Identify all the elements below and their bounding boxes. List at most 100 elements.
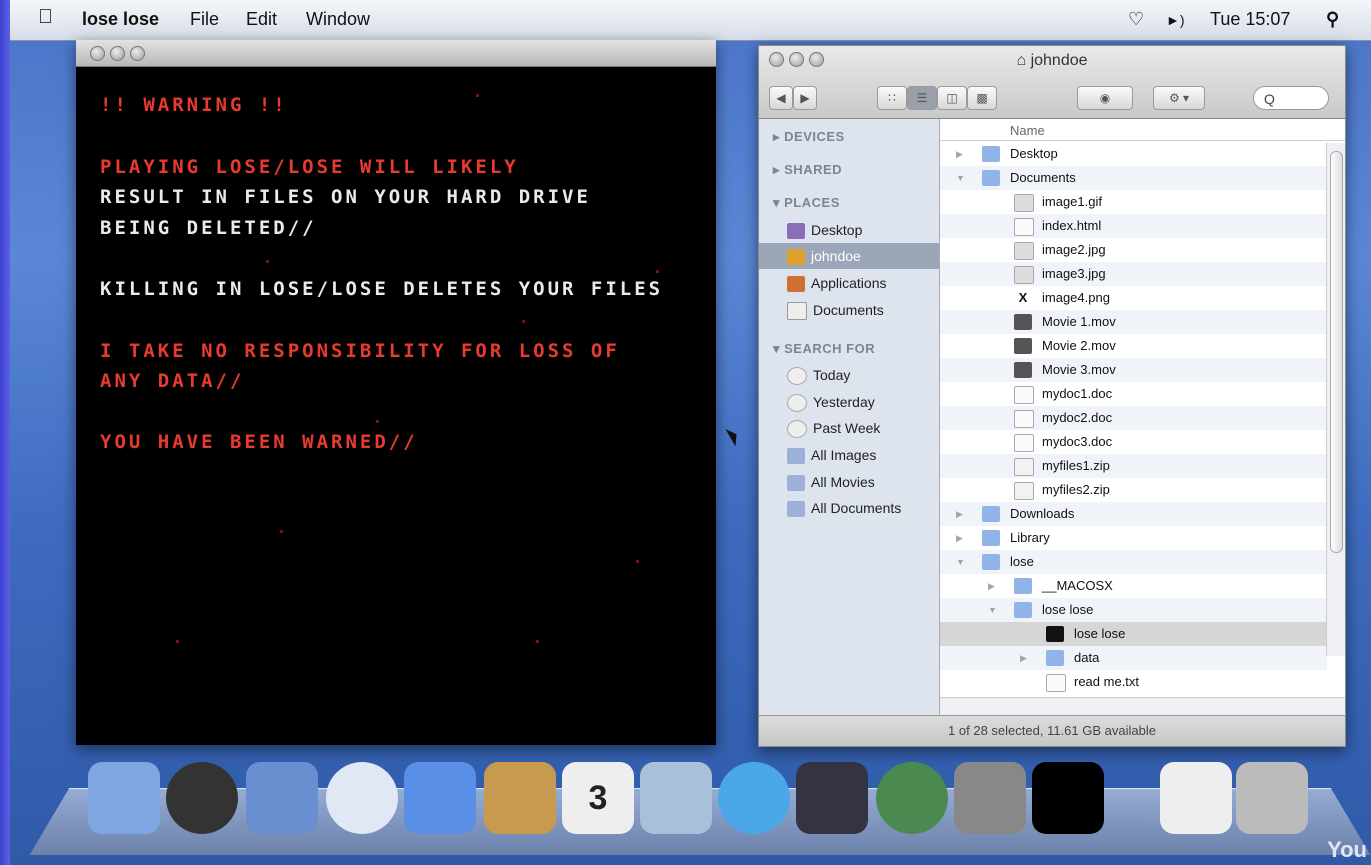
home-icon [787,249,805,266]
sidebar-item-documents[interactable]: Documents [787,299,884,321]
lose-lose-icon[interactable] [1032,762,1104,834]
file-row[interactable]: image2.jpg [940,238,1327,262]
file-row[interactable]: ▶ Library [940,526,1327,550]
file-row[interactable]: Movie 3.mov [940,358,1327,382]
file-row[interactable]: ▶ __MACOSX [940,574,1327,598]
dashboard-icon[interactable] [166,762,238,834]
file-row[interactable]: lose lose [940,622,1327,646]
file-row[interactable]: ▼ lose [940,550,1327,574]
column-view-button[interactable]: ◫ [937,86,967,110]
icon-view-button[interactable]: ∷ [877,86,907,110]
finder-icon[interactable] [88,762,160,834]
file-name: mydoc3.doc [1042,434,1113,449]
volume-icon[interactable]: ►) [1166,12,1185,28]
time-machine-icon[interactable] [876,762,948,834]
disclosure-triangle-icon[interactable]: ▶ [956,526,963,550]
warning-line: PLAYING LOSE/LOSE WILL LIKELY [100,156,519,178]
sidebar-item-applications[interactable]: Applications [787,272,887,294]
sidebar-item-all-movies[interactable]: All Movies [787,471,875,493]
sidebar-item-today[interactable]: Today [787,364,850,386]
app-menu[interactable]: lose lose [82,9,159,30]
sidebar-item-all-documents[interactable]: All Documents [787,497,901,519]
iphoto-icon[interactable] [640,762,712,834]
file-row[interactable]: ▶ Downloads [940,502,1327,526]
sidebar-search-header[interactable]: ▾ SEARCH FOR [773,341,875,357]
file-row[interactable]: Ximage4.png [940,286,1327,310]
file-row[interactable]: ▶ Desktop [940,142,1327,166]
horizontal-scrollbar[interactable] [940,697,1345,716]
file-row[interactable]: image3.jpg [940,262,1327,286]
file-row[interactable]: myfiles1.zip [940,454,1327,478]
file-row[interactable]: ▼ lose lose [940,598,1327,622]
file-row[interactable]: mydoc2.doc [940,406,1327,430]
edit-menu[interactable]: Edit [246,9,277,30]
disclosure-triangle-icon[interactable]: ▼ [956,550,965,574]
wifi-icon[interactable]: ♡ [1128,9,1144,30]
menu-clock[interactable]: Tue 15:07 [1210,9,1290,30]
action-gear-button[interactable]: ⚙ ▾ [1153,86,1205,110]
minimize-button[interactable] [110,46,125,61]
window-menu[interactable]: Window [306,9,370,30]
desktop-icon [787,223,805,240]
zip-file-icon[interactable] [1160,762,1232,834]
forward-button[interactable]: ▶ [793,86,817,110]
file-row[interactable]: mydoc3.doc [940,430,1327,454]
vertical-scrollbar[interactable] [1326,143,1345,656]
doc-icon [1014,434,1034,452]
warning-line: YOU HAVE BEEN WARNED// [100,431,418,453]
close-button[interactable] [90,46,105,61]
file-row[interactable]: ▶ data [940,646,1327,670]
file-row[interactable]: Movie 1.mov [940,310,1327,334]
file-row[interactable]: ▼ Documents [940,166,1327,190]
file-name: Movie 1.mov [1042,314,1116,329]
coverflow-view-button[interactable]: ▩ [967,86,997,110]
file-menu[interactable]: File [190,9,219,30]
zip-icon [1014,458,1034,476]
folder-icon [1014,602,1032,618]
back-button[interactable]: ◀ [769,86,793,110]
scrollbar-thumb[interactable] [1330,151,1343,553]
game-window-titlebar[interactable] [76,40,716,67]
sidebar-item-johndoe[interactable]: johndoe [787,245,861,267]
disclosure-triangle-icon[interactable]: ▶ [956,142,963,166]
file-name: lose [1010,554,1034,569]
file-row[interactable]: myfiles2.zip [940,478,1327,502]
sidebar-devices-header[interactable]: ▸ DEVICES [773,129,845,145]
apple-menu-icon[interactable]:  [38,6,53,29]
system-preferences-icon[interactable] [954,762,1026,834]
list-view-button[interactable]: ☰ [907,86,937,110]
search-input[interactable]: Q [1253,86,1329,110]
disclosure-triangle-icon[interactable]: ▶ [956,502,963,526]
movie-icon [1014,338,1032,354]
file-row[interactable]: image1.gif [940,190,1327,214]
mail-icon[interactable] [246,762,318,834]
spotlight-icon[interactable]: ⚲ [1326,9,1339,30]
disclosure-triangle-icon[interactable]: ▼ [956,166,965,190]
file-row[interactable]: read me.txt [940,670,1327,694]
name-column-header[interactable]: Name [940,119,1345,141]
app-icon [1046,626,1064,642]
disclosure-triangle-icon[interactable]: ▼ [988,598,997,622]
itunes-icon[interactable] [718,762,790,834]
disclosure-triangle-icon[interactable]: ▶ [1020,646,1027,670]
file-row[interactable]: index.html [940,214,1327,238]
safari-icon[interactable] [326,762,398,834]
trash-icon[interactable] [1236,762,1308,834]
sidebar-item-desktop[interactable]: Desktop [787,219,862,241]
sidebar-shared-header[interactable]: ▸ SHARED [773,162,842,178]
star [656,270,659,273]
file-row[interactable]: Movie 2.mov [940,334,1327,358]
file-name: image1.gif [1042,194,1102,209]
spaces-icon[interactable] [796,762,868,834]
zoom-button[interactable] [130,46,145,61]
ical-icon[interactable]: 3 [562,762,634,834]
sidebar-item-yesterday[interactable]: Yesterday [787,391,875,413]
quick-look-button[interactable]: ◉ [1077,86,1133,110]
address-book-icon[interactable] [484,762,556,834]
file-row[interactable]: mydoc1.doc [940,382,1327,406]
sidebar-places-header[interactable]: ▾ PLACES [773,195,840,211]
ichat-icon[interactable] [404,762,476,834]
sidebar-item-all-images[interactable]: All Images [787,444,876,466]
sidebar-item-past-week[interactable]: Past Week [787,417,880,439]
disclosure-triangle-icon[interactable]: ▶ [988,574,995,598]
